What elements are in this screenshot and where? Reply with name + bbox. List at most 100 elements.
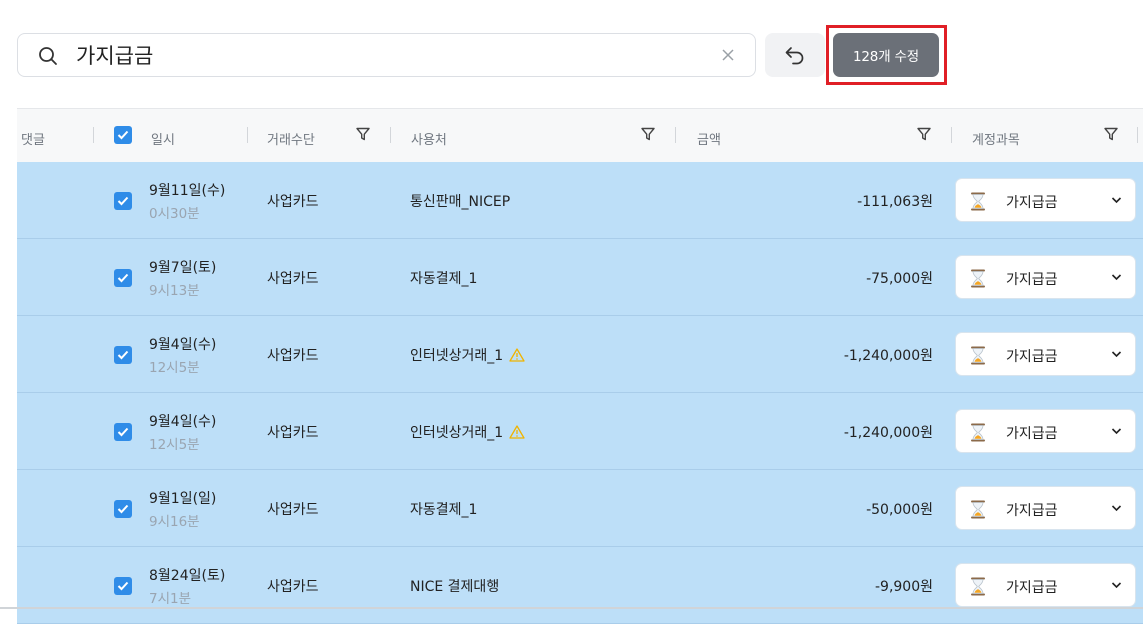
select-all-checkbox[interactable]: [114, 126, 132, 144]
row-amount: -111,063원: [857, 194, 933, 210]
warning-icon: [509, 348, 525, 362]
row-vendor: 인터넷상거래_1: [410, 422, 525, 442]
row-time: 12시5분: [149, 360, 200, 376]
row-vendor: 통신판매_NICEP: [410, 191, 510, 211]
row-amount: -1,240,000원: [843, 425, 933, 441]
account-label: 가지급금: [1006, 503, 1058, 519]
row-checkbox[interactable]: [114, 269, 132, 287]
check-icon: [117, 427, 129, 437]
chevron-down-icon: [1111, 582, 1122, 589]
row-date: 9월4일(수): [149, 414, 217, 430]
table-row[interactable]: 8월24일(토) 7시1분 사업카드 NICE 결제대행 -9,900원 가지급…: [17, 547, 1143, 624]
column-header-account: 계정과목: [972, 133, 1020, 148]
row-time: 7시1분: [149, 591, 192, 607]
search-icon: [39, 47, 57, 65]
account-select[interactable]: 가지급금: [955, 255, 1136, 299]
hourglass-icon: [971, 500, 985, 519]
chevron-down-icon: [1111, 351, 1122, 358]
account-select[interactable]: 가지급금: [955, 332, 1136, 376]
row-date: 9월1일(일): [149, 491, 217, 507]
chevron-down-icon: [1111, 505, 1122, 512]
check-icon: [117, 273, 129, 283]
account-select[interactable]: 가지급금: [955, 486, 1136, 530]
row-vendor-label: 자동결제_1: [410, 271, 478, 287]
hourglass-icon: [971, 577, 985, 596]
row-checkbox[interactable]: [114, 192, 132, 210]
account-label: 가지급금: [1006, 426, 1058, 442]
filter-icon[interactable]: [917, 127, 931, 141]
row-vendor-label: NICE 결제대행: [410, 579, 500, 595]
check-icon: [117, 504, 129, 514]
search-bar: [17, 33, 756, 77]
filter-icon[interactable]: [356, 127, 370, 141]
row-checkbox[interactable]: [114, 423, 132, 441]
check-icon: [117, 196, 129, 206]
row-method: 사업카드: [267, 271, 319, 287]
account-label: 가지급금: [1006, 580, 1058, 596]
table-row[interactable]: 9월4일(수) 12시5분 사업카드 인터넷상거래_1 -1,240,000원 …: [17, 393, 1143, 470]
row-checkbox[interactable]: [114, 577, 132, 595]
row-method: 사업카드: [267, 194, 319, 210]
table-row[interactable]: 9월1일(일) 9시16분 사업카드 자동결제_1 -50,000원 가지급금: [17, 470, 1143, 547]
account-label: 가지급금: [1006, 272, 1058, 288]
account-select[interactable]: 가지급금: [955, 409, 1136, 453]
row-method: 사업카드: [267, 425, 319, 441]
hourglass-icon: [971, 269, 985, 288]
column-divider: [247, 127, 248, 143]
account-label: 가지급금: [1006, 349, 1058, 365]
row-vendor-label: 인터넷상거래_1: [410, 348, 504, 364]
row-method: 사업카드: [267, 579, 319, 595]
row-amount: -75,000원: [866, 271, 933, 287]
column-divider: [390, 127, 391, 143]
row-vendor: 인터넷상거래_1: [410, 345, 525, 365]
hourglass-icon: [971, 423, 985, 442]
column-divider: [1137, 127, 1138, 143]
check-icon: [117, 130, 129, 140]
chevron-down-icon: [1111, 428, 1122, 435]
row-checkbox[interactable]: [114, 500, 132, 518]
filter-icon[interactable]: [641, 127, 655, 141]
row-amount: -9,900원: [874, 579, 933, 595]
row-date: 9월11일(수): [149, 183, 226, 199]
table-row[interactable]: 9월7일(토) 9시13분 사업카드 자동결제_1 -75,000원 가지급금: [17, 239, 1143, 316]
hourglass-icon: [971, 346, 985, 365]
account-select[interactable]: 가지급금: [955, 563, 1136, 607]
account-select[interactable]: 가지급금: [955, 178, 1136, 222]
row-vendor-label: 자동결제_1: [410, 502, 478, 518]
row-amount: -50,000원: [866, 502, 933, 518]
chevron-down-icon: [1111, 197, 1122, 204]
warning-icon: [509, 425, 525, 439]
column-header-method: 거래수단: [267, 133, 315, 148]
hourglass-icon: [971, 192, 985, 211]
column-divider: [951, 127, 952, 143]
row-method: 사업카드: [267, 502, 319, 518]
row-vendor: 자동결제_1: [410, 499, 477, 519]
column-header-datetime: 일시: [151, 133, 175, 148]
table-row[interactable]: 9월11일(수) 0시30분 사업카드 통신판매_NICEP -111,063원…: [17, 162, 1143, 239]
account-label: 가지급금: [1006, 195, 1058, 211]
check-icon: [117, 581, 129, 591]
row-vendor: 자동결제_1: [410, 268, 477, 288]
undo-button[interactable]: [765, 33, 825, 77]
column-header-vendor: 사용처: [411, 133, 447, 148]
row-amount: -1,240,000원: [843, 348, 933, 364]
check-icon: [117, 350, 129, 360]
row-date: 9월4일(수): [149, 337, 217, 353]
table-row[interactable]: 9월4일(수) 12시5분 사업카드 인터넷상거래_1 -1,240,000원 …: [17, 316, 1143, 393]
row-checkbox[interactable]: [114, 346, 132, 364]
clear-icon[interactable]: [721, 48, 735, 62]
row-vendor-label: 통신판매_NICEP: [410, 194, 511, 210]
column-header-comment: 댓글: [21, 133, 45, 148]
column-header-amount: 금액: [697, 133, 721, 148]
filter-icon[interactable]: [1104, 127, 1118, 141]
row-vendor: NICE 결제대행: [410, 576, 499, 596]
row-time: 12시5분: [149, 437, 200, 453]
column-divider: [675, 127, 676, 143]
transactions-table: 댓글 일시 거래수단 사용처 금액 계정과목 9월11일(수) 0시30분 사업…: [17, 108, 1143, 624]
chevron-down-icon: [1111, 274, 1122, 281]
table-header: 댓글 일시 거래수단 사용처 금액 계정과목: [17, 108, 1143, 162]
row-vendor-label: 인터넷상거래_1: [410, 425, 504, 441]
bulk-edit-button[interactable]: 128개 수정: [833, 33, 939, 77]
row-time: 9시13분: [149, 283, 200, 299]
search-input[interactable]: [76, 40, 696, 70]
